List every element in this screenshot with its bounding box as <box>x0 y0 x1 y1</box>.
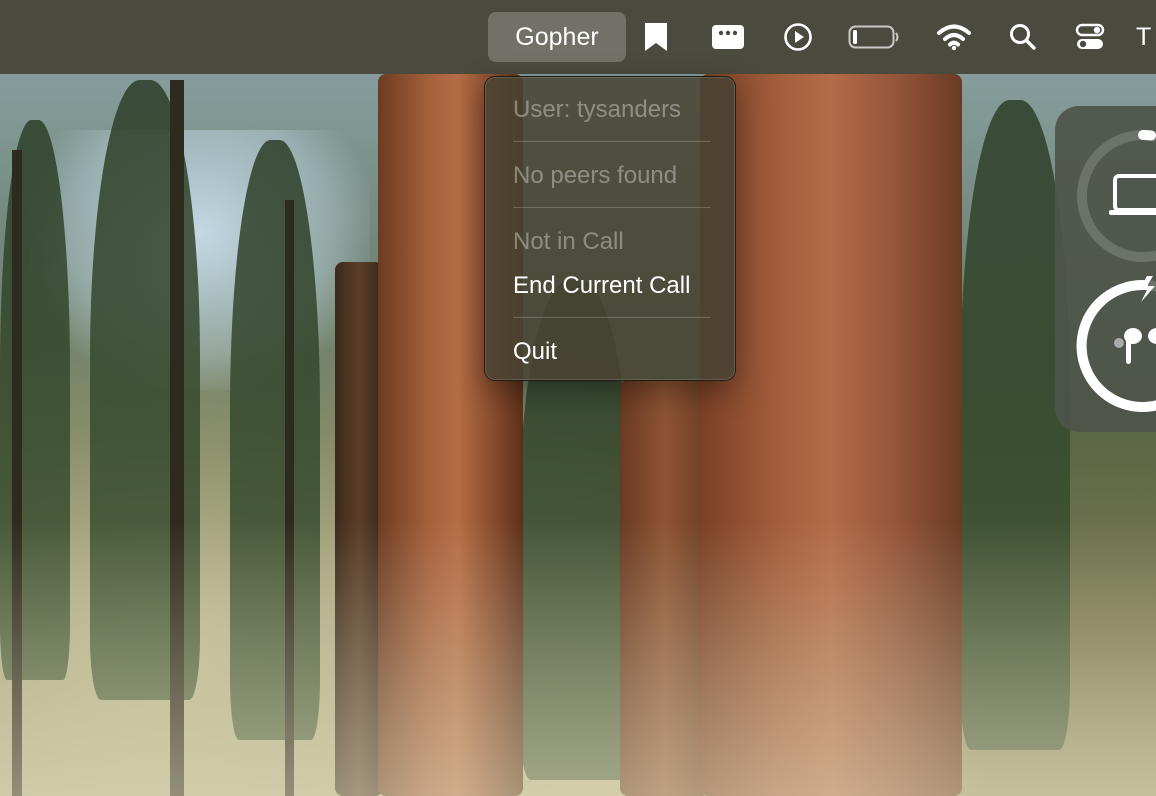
gopher-menu-button[interactable]: Gopher <box>488 12 626 62</box>
control-center-icon[interactable] <box>1072 12 1108 62</box>
wallpaper-haze <box>0 520 1156 796</box>
batteries-widget-graphic <box>1076 130 1156 412</box>
display-icon[interactable] <box>708 12 748 62</box>
laptop-icon <box>1109 174 1156 215</box>
gopher-dropdown-menu: User: tysanders No peers found Not in Ca… <box>484 76 736 381</box>
menu-separator <box>513 141 711 142</box>
menu-call-status: Not in Call <box>513 228 624 255</box>
menu-user-label: User: tysanders <box>513 96 682 123</box>
menu-separator <box>513 207 711 208</box>
search-icon[interactable] <box>1006 12 1040 62</box>
play-icon[interactable] <box>780 12 816 62</box>
end-current-call-menu-item[interactable]: End Current Call <box>513 271 690 301</box>
quit-menu-item[interactable]: Quit <box>513 337 557 367</box>
battery-icon[interactable] <box>846 12 902 62</box>
menu-bar: Gopher T <box>0 0 1156 74</box>
menu-separator <box>513 317 711 318</box>
menu-bar-clock[interactable]: T <box>1136 12 1156 62</box>
menu-peers-status: No peers found <box>513 162 678 189</box>
wifi-icon[interactable] <box>934 12 974 62</box>
airpods-icon <box>1114 328 1156 364</box>
batteries-widget[interactable] <box>1055 106 1156 432</box>
bookmark-icon[interactable] <box>640 12 672 62</box>
